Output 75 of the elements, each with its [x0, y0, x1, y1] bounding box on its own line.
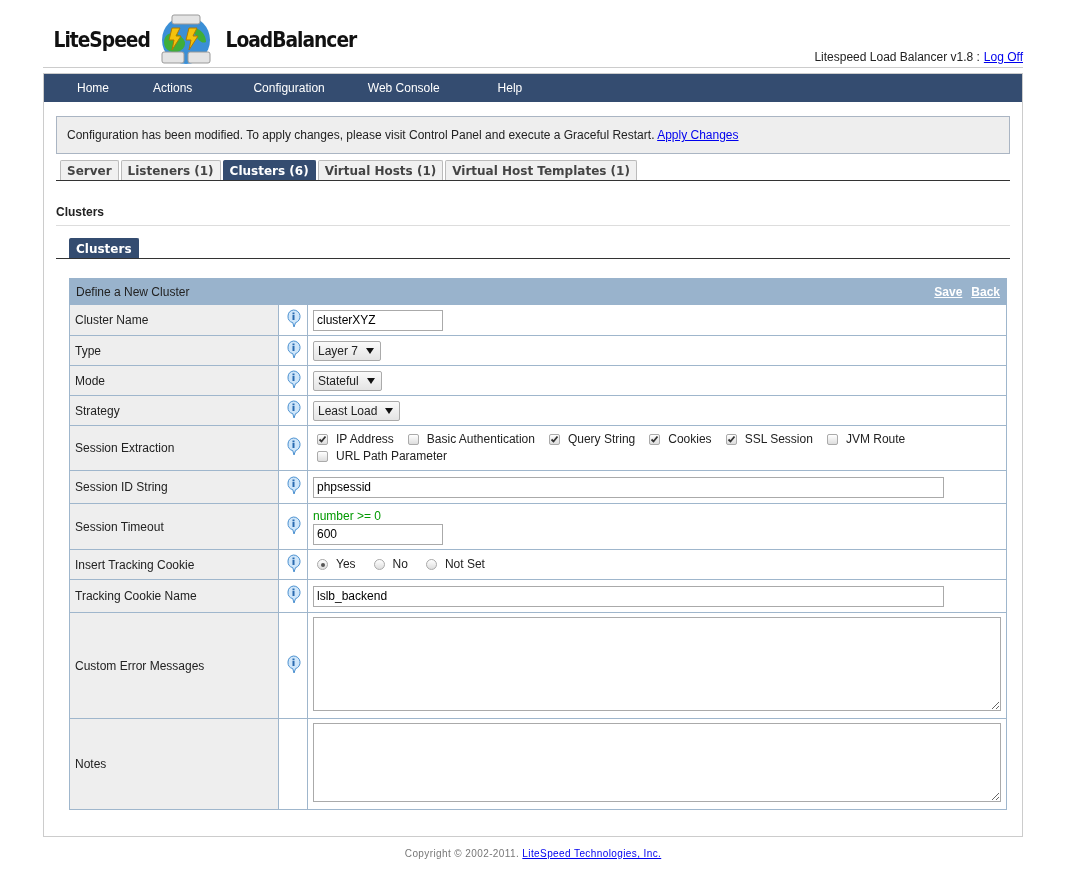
radio-button[interactable]: [317, 559, 328, 570]
nav-item[interactable]: Actions: [153, 81, 193, 95]
option-label: Cookies: [668, 432, 712, 447]
radio-button[interactable]: [425, 559, 437, 570]
apply-changes-link[interactable]: Apply Changes: [657, 128, 739, 142]
text-area[interactable]: [313, 617, 1001, 711]
tab[interactable]: Clusters (6): [222, 160, 316, 180]
option-label: IP Address: [336, 432, 394, 447]
text-field[interactable]: lslb_backend: [313, 585, 944, 607]
field-label: Custom Error Messages: [69, 612, 279, 719]
tab[interactable]: Virtual Host Templates (1): [445, 160, 637, 180]
select-dropdown[interactable]: Layer 7: [313, 340, 382, 361]
log-off-link[interactable]: Log Off: [983, 50, 1023, 64]
text-field[interactable]: phpsessid: [313, 476, 944, 498]
text-field[interactable]: 600: [313, 523, 443, 545]
select-dropdown[interactable]: Stateful: [313, 370, 382, 391]
company-link[interactable]: LiteSpeed Technologies, Inc.: [522, 848, 662, 859]
field-label: Session Timeout: [69, 503, 279, 550]
option-label: Yes: [336, 557, 356, 572]
option-label: Query String: [567, 432, 636, 447]
option-label: Not Set: [444, 557, 485, 572]
option-label: No: [392, 557, 408, 572]
copyright-text: Copyright © 2002-2011.: [404, 848, 520, 859]
field-label: Strategy: [69, 395, 279, 426]
checkbox[interactable]: [317, 434, 328, 445]
field-label: Session ID String: [69, 470, 279, 504]
tab[interactable]: Listeners (1): [120, 160, 221, 180]
info-icon[interactable]: [285, 339, 301, 359]
checkbox[interactable]: [826, 434, 838, 445]
info-icon[interactable]: [285, 654, 301, 674]
select-dropdown[interactable]: Least Load: [313, 400, 401, 421]
version-text: Litespeed Load Balancer v1.8 :: [814, 50, 980, 64]
option-label: Basic Authentication: [426, 432, 535, 447]
checkbox[interactable]: [407, 434, 419, 445]
logo-text: LoadBalancer: [225, 26, 357, 52]
tab[interactable]: Virtual Hosts (1): [317, 160, 444, 180]
info-icon[interactable]: [285, 476, 301, 495]
checkbox[interactable]: [649, 434, 661, 445]
info-icon[interactable]: [285, 309, 301, 328]
checkbox[interactable]: [317, 451, 328, 462]
field-label: Type: [69, 335, 279, 366]
info-icon[interactable]: [285, 553, 301, 573]
info-icon[interactable]: [285, 399, 301, 419]
nav-item[interactable]: Web Console: [367, 81, 440, 95]
field-label: Cluster Name: [69, 304, 279, 336]
info-icon[interactable]: [285, 515, 301, 535]
field-label: Tracking Cookie Name: [69, 579, 279, 613]
form-title: Define a New Cluster: [76, 284, 190, 299]
field-label: Session Extraction: [69, 425, 279, 471]
caret-icon: [385, 407, 394, 414]
field-label: Insert Tracking Cookie: [69, 549, 279, 580]
info-icon[interactable]: [285, 369, 301, 389]
field-label: Mode: [69, 365, 279, 396]
radio-button[interactable]: [373, 559, 385, 570]
option-label: SSL Session: [744, 432, 813, 447]
field-label: Notes: [69, 718, 279, 810]
caret-icon: [366, 347, 375, 354]
option-label: URL Path Parameter: [336, 449, 447, 464]
tab[interactable]: Server: [60, 160, 119, 180]
checkbox[interactable]: [548, 434, 560, 445]
notice-text: Configuration has been modified. To apply changes, please visit Control Panel and execute a Graceful Restart.: [67, 128, 655, 142]
section-title: Clusters: [56, 205, 1010, 226]
text-field[interactable]: clusterXYZ: [313, 309, 443, 331]
nav-item[interactable]: Configuration: [253, 81, 325, 95]
caret-icon: [366, 377, 375, 384]
option-label: JVM Route: [845, 432, 906, 447]
text-area[interactable]: [313, 723, 1001, 802]
nav-item[interactable]: Home: [77, 81, 109, 95]
info-icon[interactable]: [285, 585, 301, 604]
checkbox[interactable]: [725, 434, 737, 445]
hint-text: number >= 0: [313, 508, 383, 523]
tab[interactable]: Clusters: [69, 238, 139, 258]
logo-text: LiteSpeed: [53, 26, 150, 52]
nav-item[interactable]: Help: [497, 81, 523, 95]
info-icon[interactable]: [285, 437, 301, 456]
